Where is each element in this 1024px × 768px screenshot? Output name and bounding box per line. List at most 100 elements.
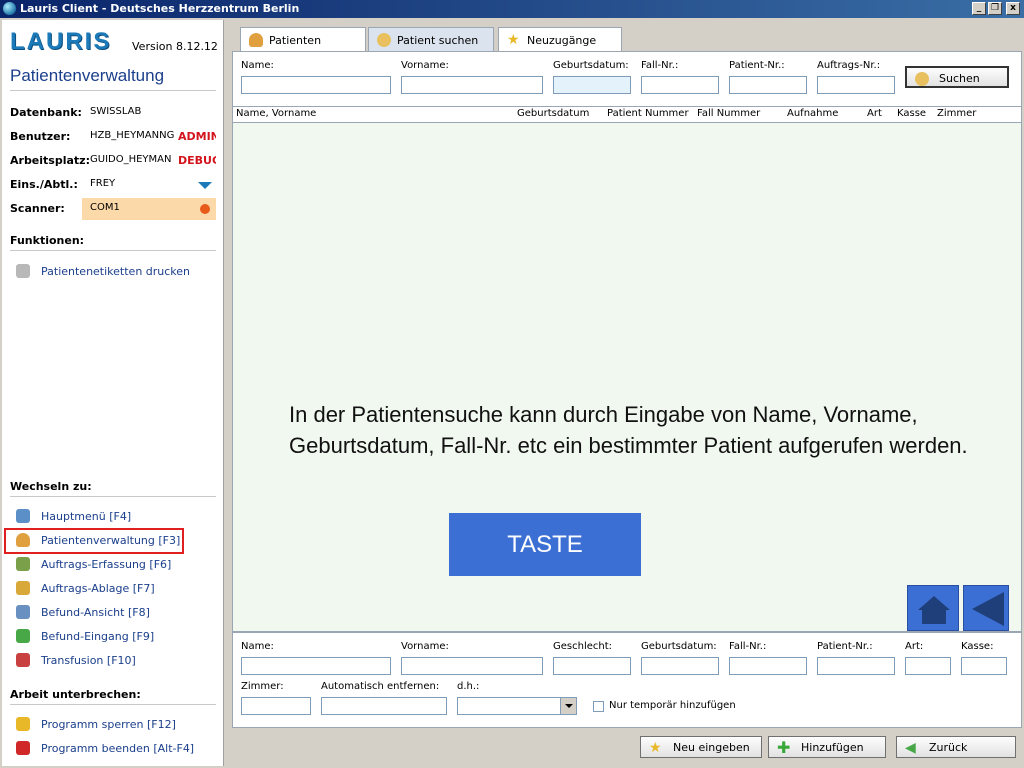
column-header[interactable]: Name, Vorname	[236, 108, 316, 119]
user-icon	[249, 33, 263, 47]
main-pane: Patienten Patient suchen ★ Neuzugänge Na…	[228, 20, 1022, 766]
app-globe-icon	[3, 2, 16, 15]
form-geburtsdatum-input[interactable]	[641, 657, 719, 675]
search-patient-input[interactable]	[729, 76, 807, 94]
version-label: Version 8.12.12	[132, 40, 218, 53]
arrow-left-icon: ◀	[905, 740, 916, 756]
info-department[interactable]: Eins./Abtl.: FREY	[10, 174, 216, 196]
button-label: Suchen	[939, 72, 980, 85]
name-label: Name:	[241, 60, 274, 71]
window-titlebar: Lauris Client - Deutsches Herzzentrum Be…	[0, 0, 1024, 18]
column-header[interactable]: Aufnahme	[787, 108, 838, 119]
search-geburtsdatum-input[interactable]	[553, 76, 631, 94]
new-entry-button[interactable]: ★ Neu eingeben	[640, 736, 762, 758]
divider	[10, 90, 216, 91]
results-grid[interactable]: In der Patientensuche kann durch Eingabe…	[232, 123, 1022, 632]
nav-label: Patientenetiketten drucken	[41, 265, 191, 278]
nav-transfusion[interactable]: Transfusion [F10]	[16, 652, 216, 670]
form-vorname-input[interactable]	[401, 657, 543, 675]
info-workstation: Arbeitsplatz: GUIDO_HEYMAN DEBUG	[10, 150, 216, 172]
column-header[interactable]: Fall Nummer	[697, 108, 760, 119]
divider	[10, 704, 216, 705]
info-database: Datenbank: SWISSLAB	[10, 102, 216, 124]
nav-befund-eingang[interactable]: Befund-Eingang [F9]	[16, 628, 216, 646]
sidebar: LAURIS Version 8.12.12 Patientenverwaltu…	[2, 20, 224, 766]
form-fall-input[interactable]	[729, 657, 807, 675]
search-auftrag-input[interactable]	[817, 76, 895, 94]
form-patient-input[interactable]	[817, 657, 895, 675]
home-icon	[918, 596, 950, 624]
nav-befund-ansicht[interactable]: Befund-Ansicht [F8]	[16, 604, 216, 622]
taste-button[interactable]: TASTE	[449, 513, 641, 576]
restore-button[interactable]: ❐	[988, 2, 1002, 15]
tab-patienten[interactable]: Patienten	[240, 27, 366, 51]
pencil-icon	[16, 557, 30, 571]
button-label: Zurück	[929, 741, 968, 754]
info-value: GUIDO_HEYMAN	[90, 154, 172, 165]
search-button[interactable]: Suchen	[905, 66, 1009, 88]
form-kasse-input[interactable]	[961, 657, 1007, 675]
form-geschlecht-input[interactable]	[553, 657, 631, 675]
chevron-down-icon[interactable]	[560, 698, 576, 714]
tab-neuzugaenge[interactable]: ★ Neuzugänge	[498, 27, 622, 51]
column-header[interactable]: Art	[867, 108, 882, 119]
break-header: Arbeit unterbrechen:	[10, 688, 141, 701]
back-arrow-button[interactable]	[963, 585, 1009, 631]
admin-badge: ADMIN	[178, 130, 216, 143]
nav-lock-program[interactable]: Programm sperren [F12]	[16, 716, 216, 734]
search-vorname-input[interactable]	[401, 76, 543, 94]
form-name-input[interactable]	[241, 657, 391, 675]
tab-label: Neuzugänge	[527, 34, 597, 47]
search-panel: Name: Vorname: Geburtsdatum: Fall-Nr.: P…	[232, 51, 1022, 107]
magnifier-icon	[16, 605, 30, 619]
info-value: FREY	[90, 178, 116, 189]
info-value: SWISSLAB	[90, 106, 142, 117]
minimize-button[interactable]: _	[972, 2, 986, 15]
form-zimmer-label: Zimmer:	[241, 681, 284, 692]
info-user: Benutzer: HZB_HEYMANNG ADMIN	[10, 126, 216, 148]
home-button[interactable]	[907, 585, 959, 631]
form-auto-remove-input[interactable]	[321, 697, 447, 715]
nav-label: Programm sperren [F12]	[41, 718, 176, 731]
window-title: Lauris Client - Deutsches Herzzentrum Be…	[20, 2, 300, 15]
nav-hauptmenu[interactable]: Hauptmenü [F4]	[16, 508, 216, 526]
nav-auftrags-erfassung[interactable]: Auftrags-Erfassung [F6]	[16, 556, 216, 574]
nav-label: Programm beenden [Alt-F4]	[41, 742, 195, 755]
form-art-label: Art:	[905, 641, 924, 652]
nav-auftrags-ablage[interactable]: Auftrags-Ablage [F7]	[16, 580, 216, 598]
back-button[interactable]: ◀ Zurück	[896, 736, 1016, 758]
scanner-status-icon	[200, 204, 210, 214]
add-button[interactable]: ✚ Hinzufügen	[768, 736, 886, 758]
print-labels-link[interactable]: Patientenetiketten drucken	[16, 263, 216, 281]
printer-icon	[16, 264, 30, 278]
switch-header: Wechseln zu:	[10, 480, 92, 493]
search-name-input[interactable]	[241, 76, 391, 94]
form-auto-remove-label: Automatisch entfernen:	[321, 681, 440, 692]
column-header[interactable]: Geburtsdatum	[517, 108, 589, 119]
tab-label: Patienten	[269, 34, 322, 47]
info-value: COM1	[90, 202, 120, 213]
info-scanner: Scanner: COM1	[10, 198, 216, 220]
nav-label: Befund-Ansicht [F8]	[41, 606, 150, 619]
star-icon: ★	[649, 740, 662, 756]
brand-logo-text: LAURIS	[10, 28, 112, 55]
nav-quit-program[interactable]: Programm beenden [Alt-F4]	[16, 740, 216, 758]
temp-only-checkbox[interactable]	[593, 701, 604, 712]
tutorial-text: In der Patientensuche kann durch Eingabe…	[289, 402, 968, 458]
search-fall-input[interactable]	[641, 76, 719, 94]
column-header[interactable]: Zimmer	[937, 108, 976, 119]
form-zimmer-input[interactable]	[241, 697, 311, 715]
tab-patient-suchen[interactable]: Patient suchen	[368, 27, 494, 51]
close-button[interactable]: x	[1006, 2, 1020, 15]
functions-header: Funktionen:	[10, 234, 85, 247]
magnifier-icon	[915, 72, 929, 86]
lauris-logo: LAURIS	[10, 28, 111, 56]
chevron-down-icon[interactable]	[198, 182, 212, 189]
magnifier-icon	[377, 33, 391, 47]
form-art-input[interactable]	[905, 657, 951, 675]
column-header[interactable]: Patient Nummer	[607, 108, 689, 119]
info-label: Datenbank:	[10, 106, 82, 119]
current-module-highlight	[4, 528, 184, 554]
form-dh-select[interactable]	[457, 697, 577, 715]
column-header[interactable]: Kasse	[897, 108, 926, 119]
